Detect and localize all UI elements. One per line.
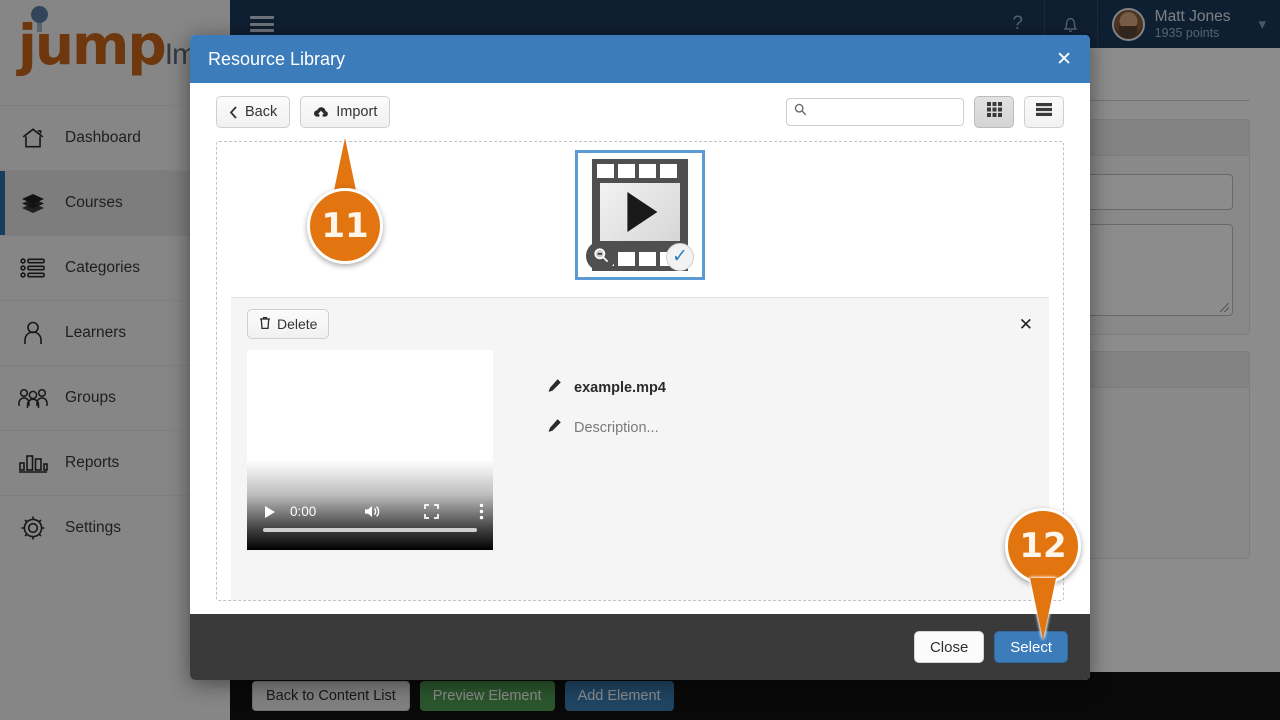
video-progress-bar[interactable] [263,528,477,532]
play-icon[interactable] [263,505,276,519]
close-icon[interactable]: ✕ [1056,50,1072,69]
trash-icon [259,316,271,333]
toolbar-right [786,96,1064,128]
callout-badge-11: 11 [307,188,383,264]
description: Description... [574,420,659,436]
close-button[interactable]: Close [913,631,985,663]
back-button[interactable]: Back [216,96,291,128]
back-button-label: Back [245,104,278,120]
chevron-left-icon [229,105,238,119]
import-button-label: Import [336,104,378,120]
detail-toolbar: Delete ✕ [231,298,1049,350]
check-circle-icon: ✓ [666,242,694,271]
grid-view-icon [986,101,1003,123]
close-icon[interactable]: ✕ [1019,316,1033,333]
list-view-button[interactable] [1024,96,1064,128]
fullscreen-icon[interactable] [424,504,440,519]
description-row[interactable]: Description... [515,408,1033,448]
dialog-title: Resource Library [208,48,346,69]
grid-view-button[interactable] [974,96,1014,128]
resource-detail-panel: Delete ✕ 0:00 example.mp4 Description... [231,297,1049,600]
list-view-icon [1035,102,1053,122]
volume-icon[interactable] [364,504,382,519]
search-input[interactable] [812,104,956,120]
delete-button[interactable]: Delete [247,309,330,339]
file-name: example.mp4 [574,380,666,396]
cloud-upload-icon [313,105,329,119]
file-name-row[interactable]: example.mp4 [515,368,1033,408]
video-player[interactable]: 0:00 [247,350,493,550]
search-icon [794,103,807,121]
resource-metadata: example.mp4 Description... [515,350,1033,550]
import-button[interactable]: Import [300,96,391,128]
callout-tail-12 [1030,578,1056,640]
search-box[interactable] [786,98,964,126]
kebab-menu-icon[interactable] [479,503,484,520]
video-controls: 0:00 [247,503,493,520]
dialog-toolbar: Back Import [190,83,1090,141]
dialog-header: Resource Library ✕ [190,35,1090,83]
screen: jumpIm Dashboard Courses Categories Lear… [0,0,1280,720]
resource-library-dialog: Resource Library ✕ Back Import ✓ Delete … [190,35,1090,680]
callout-badge-12: 12 [1005,508,1081,584]
pencil-icon[interactable] [547,378,562,398]
video-time: 0:00 [290,504,317,519]
detail-content: 0:00 example.mp4 Description... [231,350,1049,550]
resource-thumbnail-video[interactable]: ✓ [575,149,705,280]
zoom-out-icon[interactable] [586,240,616,271]
delete-button-label: Delete [277,316,318,332]
pencil-icon[interactable] [547,418,562,438]
dialog-footer: Close Select [190,614,1090,680]
